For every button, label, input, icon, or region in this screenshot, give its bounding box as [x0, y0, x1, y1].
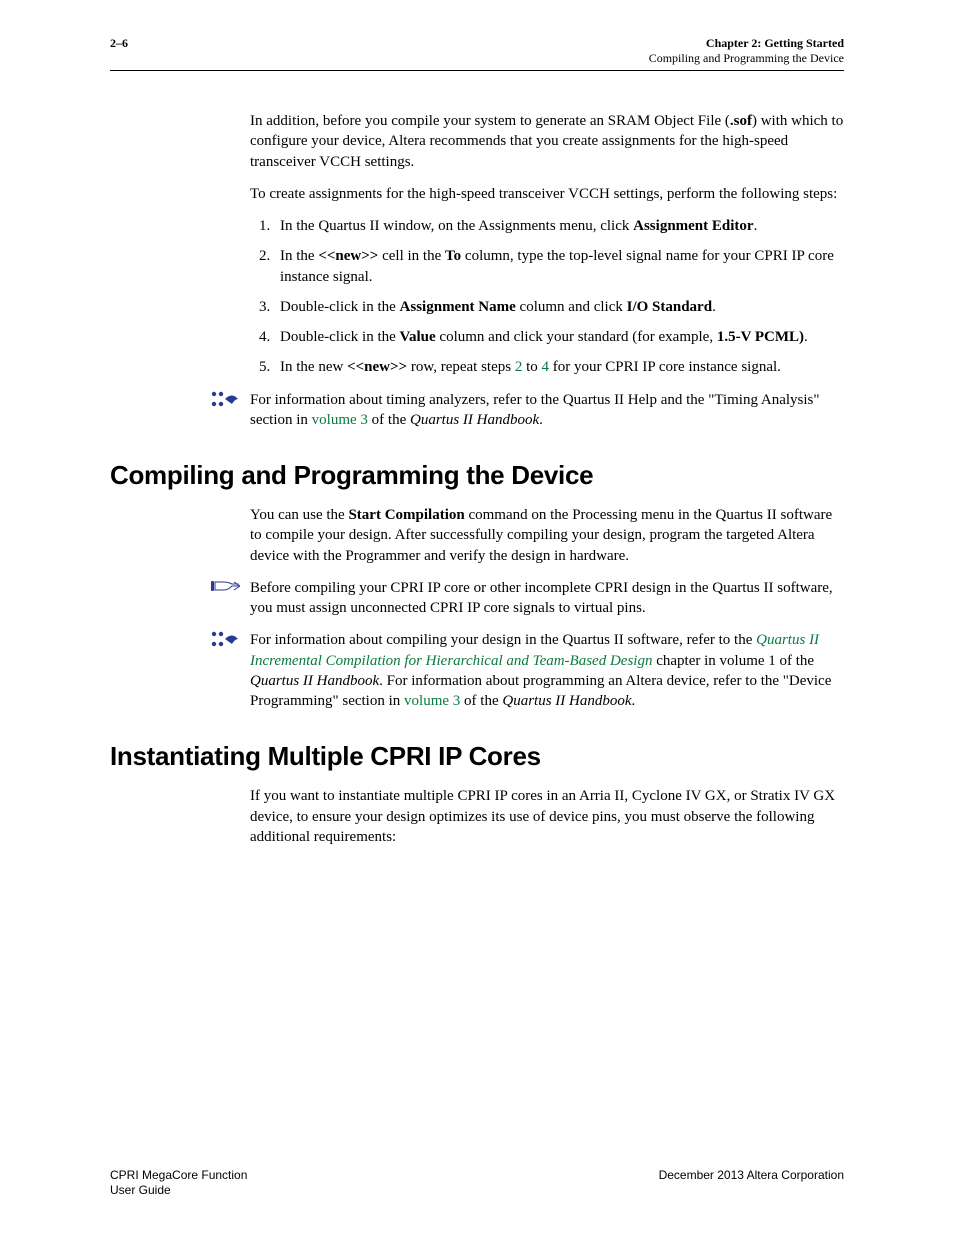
- hand-note-icon: [210, 578, 240, 594]
- header-right: Chapter 2: Getting Started Compiling and…: [649, 36, 844, 66]
- list-item: Double-click in the Assignment Name colu…: [274, 297, 844, 317]
- steps-list: In the Quartus II window, on the Assignm…: [250, 216, 844, 378]
- doc-title: CPRI MegaCore Function: [110, 1168, 247, 1184]
- list-item: In the <<new>> cell in the To column, ty…: [274, 246, 844, 287]
- info-icon: [210, 630, 240, 648]
- section-heading: Instantiating Multiple CPRI IP Cores: [110, 741, 844, 772]
- note-text: For information about timing analyzers, …: [250, 390, 844, 431]
- page-footer: CPRI MegaCore Function User Guide Decemb…: [110, 1168, 844, 1199]
- list-item: In the Quartus II window, on the Assignm…: [274, 216, 844, 236]
- step-ref-link[interactable]: 4: [542, 359, 550, 375]
- list-item: In the new <<new>> row, repeat steps 2 t…: [274, 357, 844, 377]
- volume-link[interactable]: volume 3: [404, 693, 460, 709]
- doc-subtitle: User Guide: [110, 1183, 247, 1199]
- body-paragraph: In addition, before you compile your sys…: [250, 111, 844, 172]
- section-label: Compiling and Programming the Device: [649, 51, 844, 66]
- body-paragraph: You can use the Start Compilation comman…: [250, 505, 844, 566]
- body-paragraph: To create assignments for the high-speed…: [250, 184, 844, 204]
- body-paragraph: If you want to instantiate multiple CPRI…: [250, 786, 844, 847]
- note-text: For information about compiling your des…: [250, 630, 844, 711]
- page-header: 2–6 Chapter 2: Getting Started Compiling…: [110, 36, 844, 71]
- note-text: Before compiling your CPRI IP core or ot…: [250, 578, 844, 619]
- list-item: Double-click in the Value column and cli…: [274, 327, 844, 347]
- section-heading: Compiling and Programming the Device: [110, 460, 844, 491]
- page-number: 2–6: [110, 36, 128, 66]
- chapter-label: Chapter 2: Getting Started: [649, 36, 844, 51]
- footer-right: December 2013 Altera Corporation: [659, 1168, 844, 1199]
- info-icon: [210, 390, 240, 408]
- volume-link[interactable]: volume 3: [312, 412, 368, 428]
